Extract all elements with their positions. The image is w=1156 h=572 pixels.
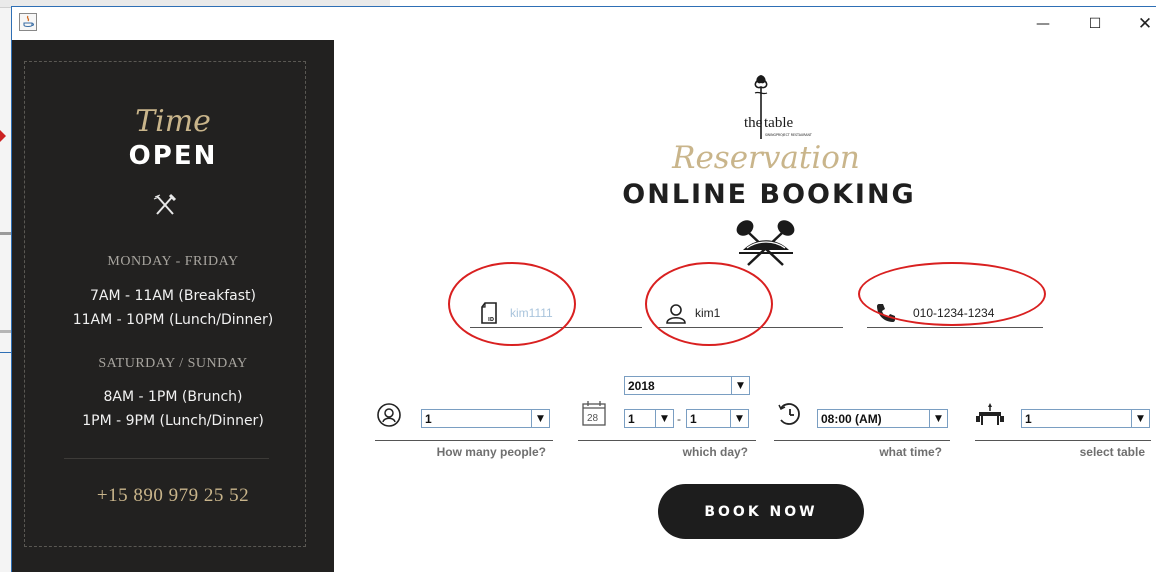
person-circle-icon — [375, 401, 403, 429]
table-dropdown-value: 1 — [1025, 411, 1032, 426]
weekend-hours-line: 1PM - 9PM (Lunch/Dinner) — [82, 413, 264, 429]
month-dropdown-value: 1 — [628, 411, 635, 426]
weekday-hours-line: 11AM - 10PM (Lunch/Dinner) — [72, 312, 274, 328]
chevron-down-icon[interactable]: ▼ — [1131, 410, 1149, 427]
month-dropdown[interactable]: 1 ▼ — [624, 409, 674, 428]
app-window: — ☐ ✕ Time OPEN MONDAY - FRIDAY 7AM - 11… — [11, 6, 1156, 572]
people-dropdown-value: 1 — [425, 411, 432, 426]
time-dropdown[interactable]: 08:00 (AM) ▼ — [817, 409, 948, 428]
reservation-script-heading: Reservation — [672, 140, 860, 176]
chevron-down-icon[interactable]: ▼ — [731, 377, 749, 394]
phone-input[interactable] — [913, 305, 1033, 320]
weekend-hours-line: 8AM - 1PM (Brunch) — [103, 389, 243, 405]
minimize-button[interactable]: — — [1028, 12, 1058, 36]
table-label: select table — [1079, 445, 1145, 459]
fork-knife-icon — [152, 193, 178, 217]
restaurant-logo: the table SWINGPROJECT RESTAURANT — [696, 71, 826, 145]
chevron-down-icon[interactable]: ▼ — [531, 410, 549, 427]
logo-tagline-text: SWINGPROJECT RESTAURANT — [765, 133, 812, 137]
phone-icon — [873, 300, 899, 326]
background-arrow-icon — [0, 130, 6, 142]
restaurant-phone: +15 890 979 25 52 — [96, 485, 250, 506]
online-booking-title: ONLINE BOOKING — [622, 179, 916, 210]
panel-divider — [64, 458, 269, 459]
time-dropdown-value: 08:00 (AM) — [821, 411, 882, 426]
open-heading: OPEN — [128, 141, 218, 171]
java-icon — [19, 13, 37, 31]
svg-text:ID: ID — [488, 317, 494, 323]
weekday-heading: MONDAY - FRIDAY — [107, 254, 239, 269]
day-dropdown[interactable]: 1 ▼ — [686, 409, 749, 428]
weekday-hours-line: 7AM - 11AM (Breakfast) — [89, 288, 256, 304]
logo-table-text: table — [764, 115, 793, 131]
chevron-down-icon[interactable]: ▼ — [655, 410, 673, 427]
day-dropdown-value: 1 — [690, 411, 697, 426]
opening-hours-panel: Time OPEN MONDAY - FRIDAY 7AM - 11AM (Br… — [12, 40, 334, 572]
year-dropdown[interactable]: 2018 ▼ — [624, 376, 750, 395]
close-button[interactable]: ✕ — [1130, 12, 1156, 36]
user-icon — [663, 300, 689, 326]
weekend-heading: SATURDAY / SUNDAY — [98, 356, 248, 371]
chevron-down-icon[interactable]: ▼ — [929, 410, 947, 427]
dining-table-icon — [976, 400, 1004, 428]
clock-icon — [775, 400, 803, 428]
maximize-button[interactable]: ☐ — [1080, 12, 1110, 36]
calendar-icon: 28 — [580, 399, 608, 427]
id-card-icon: ID — [476, 300, 502, 326]
year-dropdown-value: 2018 — [628, 378, 655, 393]
user-id-input[interactable] — [510, 305, 630, 320]
chevron-down-icon[interactable]: ▼ — [730, 410, 748, 427]
date-separator: - — [677, 412, 681, 426]
title-bar[interactable]: — ☐ ✕ — [12, 7, 1156, 40]
time-script-heading: Time — [135, 104, 211, 139]
logo-the-text: the — [744, 115, 763, 131]
people-dropdown[interactable]: 1 ▼ — [421, 409, 550, 428]
crossed-spoons-icon — [731, 217, 801, 269]
phone-field-group — [867, 298, 1043, 328]
book-now-button[interactable]: BOOK NOW — [658, 484, 864, 539]
user-name-input[interactable] — [695, 305, 815, 320]
day-label: which day? — [682, 445, 748, 459]
id-field-group: ID — [470, 298, 642, 328]
calendar-day-number: 28 — [587, 413, 599, 424]
people-label: How many people? — [436, 445, 546, 459]
time-label: what time? — [879, 445, 942, 459]
name-field-group — [657, 298, 843, 328]
table-dropdown[interactable]: 1 ▼ — [1021, 409, 1150, 428]
